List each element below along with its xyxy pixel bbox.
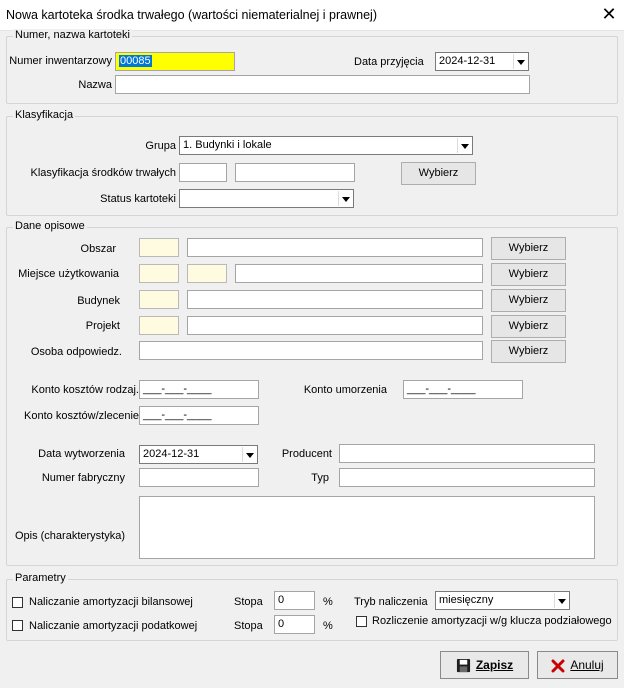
- save-button[interactable]: Zapisz: [440, 651, 529, 679]
- bilansowa-checkbox[interactable]: [12, 597, 23, 608]
- nazwa-field[interactable]: [115, 75, 530, 94]
- projekt-label: Projekt: [85, 320, 120, 332]
- podatkowa-label: Naliczanie amortyzacji podatkowej: [29, 620, 198, 632]
- konto-umorzenia-field[interactable]: ___-___-____: [403, 380, 523, 399]
- osoba-field[interactable]: [139, 341, 483, 360]
- klasyfikacja-code-field[interactable]: [179, 163, 227, 182]
- grupa-value: 1. Budynki i lokale: [183, 139, 272, 151]
- typ-label: Typ: [311, 472, 329, 484]
- podatkowa-checkbox[interactable]: [12, 620, 23, 631]
- data-przyjecia-label: Data przyjęcia: [354, 56, 424, 68]
- nazwa-label: Nazwa: [78, 79, 112, 91]
- tryb-value: miesięczny: [439, 594, 494, 606]
- data-wytworzenia-label: Data wytworzenia: [38, 448, 125, 460]
- numer-inwentarzowy-value: 00085: [119, 55, 152, 67]
- klasyfikacja-wybierz-button[interactable]: Wybierz: [401, 162, 476, 185]
- chevron-down-icon[interactable]: [242, 447, 256, 462]
- group-dane-opisowe-legend: Dane opisowe: [13, 220, 87, 232]
- grupa-label: Grupa: [145, 140, 176, 152]
- percent-label: %: [323, 620, 333, 632]
- obszar-code-field[interactable]: [139, 238, 179, 257]
- konto-zlecenie-field[interactable]: ___-___-____: [139, 406, 259, 425]
- konto-rodzaj-field[interactable]: ___-___-____: [139, 380, 259, 399]
- budynek-label: Budynek: [77, 295, 120, 307]
- save-label: Zapisz: [475, 658, 514, 672]
- cancel-x-icon: [551, 659, 565, 673]
- miejsce-label: Miejsce użytkowania: [18, 268, 119, 280]
- miejsce-name-field[interactable]: [235, 264, 483, 283]
- cancel-button[interactable]: Anuluj: [537, 651, 618, 679]
- percent-label: %: [323, 596, 333, 608]
- obszar-wybierz-button[interactable]: Wybierz: [491, 237, 566, 260]
- chevron-down-icon[interactable]: [554, 593, 568, 608]
- konto-umorzenia-label: Konto umorzenia: [303, 384, 387, 396]
- data-przyjecia-value: 2024-12-31: [439, 55, 496, 67]
- projekt-name-field[interactable]: [187, 316, 483, 335]
- chevron-down-icon[interactable]: [513, 54, 527, 69]
- numer-fabryczny-field[interactable]: [139, 468, 259, 487]
- miejsce-code1-field[interactable]: [139, 264, 179, 283]
- osoba-label: Osoba odpowiedz.: [30, 346, 122, 358]
- chevron-down-icon[interactable]: [457, 138, 471, 153]
- opis-label: Opis (charakterystyka): [14, 530, 125, 542]
- grupa-select[interactable]: 1. Budynki i lokale: [179, 136, 473, 155]
- miejsce-code2-field[interactable]: [187, 264, 227, 283]
- status-label: Status kartoteki: [100, 193, 176, 205]
- obszar-name-field[interactable]: [187, 238, 483, 257]
- data-wytworzenia-value: 2024-12-31: [143, 448, 200, 460]
- stopa-podatkowa-field[interactable]: 0: [274, 615, 315, 634]
- opis-textarea[interactable]: [139, 496, 595, 559]
- save-icon: [456, 659, 470, 673]
- bilansowa-label: Naliczanie amortyzacji bilansowej: [29, 596, 193, 608]
- numer-inwentarzowy-field[interactable]: 00085: [115, 52, 235, 71]
- budynek-name-field[interactable]: [187, 290, 483, 309]
- numer-fabryczny-label: Numer fabryczny: [41, 472, 125, 484]
- tryb-select[interactable]: miesięczny: [435, 591, 570, 610]
- konto-rodzaj-label: Konto kosztów rodzaj.: [31, 384, 139, 396]
- rozliczenie-checkbox[interactable]: [356, 616, 367, 627]
- obszar-label: Obszar: [80, 243, 116, 255]
- rozliczenie-label: Rozliczenie amortyzacji w/g klucza podzi…: [372, 615, 612, 627]
- konto-zlecenie-label: Konto kosztów/zlecenie: [24, 410, 139, 422]
- projekt-wybierz-button[interactable]: Wybierz: [491, 315, 566, 338]
- close-icon[interactable]: ✕: [598, 4, 620, 26]
- window-title: Nowa kartoteka środka trwałego (wartości…: [6, 8, 377, 22]
- budynek-code-field[interactable]: [139, 290, 179, 309]
- status-select[interactable]: [179, 189, 354, 208]
- producent-field[interactable]: [339, 444, 595, 463]
- stopa-bilansowa-field[interactable]: 0: [274, 591, 315, 610]
- tryb-label: Tryb naliczenia: [354, 596, 428, 608]
- numer-inwentarzowy-label: Numer inwentarzowy: [9, 55, 112, 67]
- chevron-down-icon[interactable]: [338, 191, 352, 206]
- data-przyjecia-picker[interactable]: 2024-12-31: [435, 52, 529, 71]
- data-wytworzenia-picker[interactable]: 2024-12-31: [139, 445, 258, 464]
- projekt-code-field[interactable]: [139, 316, 179, 335]
- klasyfikacja-label: Klasyfikacja środków trwałych: [30, 167, 177, 179]
- group-parametry-legend: Parametry: [13, 572, 68, 584]
- klasyfikacja-name-field[interactable]: [235, 163, 355, 182]
- budynek-wybierz-button[interactable]: Wybierz: [491, 289, 566, 312]
- stopa-podatkowa-label: Stopa: [234, 620, 263, 632]
- miejsce-wybierz-button[interactable]: Wybierz: [491, 263, 566, 286]
- typ-field[interactable]: [339, 468, 595, 487]
- osoba-wybierz-button[interactable]: Wybierz: [491, 340, 566, 363]
- stopa-bilansowa-label: Stopa: [234, 596, 263, 608]
- producent-label: Producent: [281, 448, 332, 460]
- group-klasyfikacja-legend: Klasyfikacja: [13, 109, 76, 121]
- group-numer-nazwa-legend: Numer, nazwa kartoteki: [13, 29, 132, 41]
- cancel-label: Anuluj: [570, 658, 604, 672]
